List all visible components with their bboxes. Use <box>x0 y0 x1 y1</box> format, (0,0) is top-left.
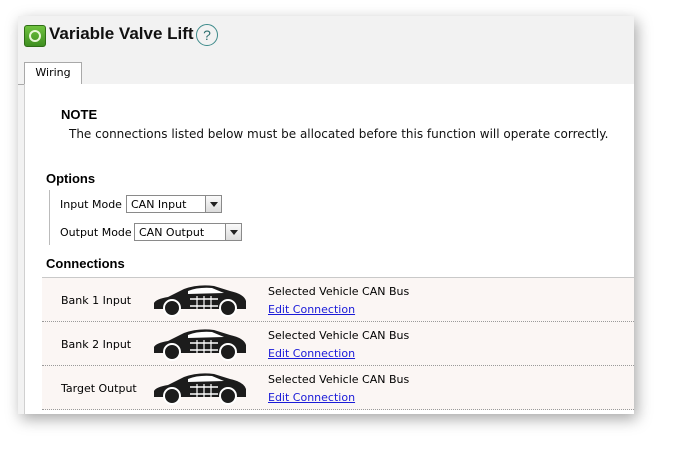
connection-bus: Selected Vehicle CAN Bus <box>268 285 410 298</box>
input-mode-value: CAN Input <box>131 198 187 211</box>
car-can-icon <box>154 329 246 361</box>
page-title: Variable Valve Lift <box>49 24 194 43</box>
connection-label: Target Output <box>61 382 137 395</box>
note-text: The connections listed below must be all… <box>69 127 609 141</box>
input-mode-select[interactable]: CAN Input <box>126 195 222 213</box>
chevron-down-icon[interactable] <box>225 224 241 240</box>
input-mode-label: Input Mode <box>60 198 122 211</box>
table-row: Target Output Selected Vehicle CAN Bus E… <box>42 366 634 410</box>
note-title: NOTE <box>61 107 98 122</box>
options-heading: Options <box>46 171 96 186</box>
function-panel: Variable Valve Lift ? Wiring NOTE The co… <box>18 16 634 414</box>
tab-strip: Wiring <box>18 60 634 85</box>
function-icon <box>24 25 46 47</box>
tab-wiring[interactable]: Wiring <box>24 62 82 85</box>
car-can-icon <box>154 373 246 405</box>
help-icon[interactable]: ? <box>196 24 218 46</box>
connections-heading: Connections <box>46 256 125 271</box>
content-border <box>24 84 25 414</box>
connections-table: Bank 1 Input Selected Vehicle CAN Bus Ed… <box>42 277 634 410</box>
edit-connection-link[interactable]: Edit Connection <box>268 347 355 360</box>
table-row: Bank 1 Input Selected Vehicle CAN Bus Ed… <box>42 278 634 322</box>
connection-label: Bank 1 Input <box>61 294 132 307</box>
output-mode-label: Output Mode <box>60 226 132 239</box>
output-mode-value: CAN Output <box>139 226 205 239</box>
panel-header: Variable Valve Lift ? <box>18 16 634 60</box>
options-bracket <box>49 190 52 245</box>
chevron-down-icon[interactable] <box>205 196 221 212</box>
table-row: Bank 2 Input Selected Vehicle CAN Bus Ed… <box>42 322 634 366</box>
connection-bus: Selected Vehicle CAN Bus <box>268 329 410 342</box>
car-can-icon <box>154 285 246 317</box>
connection-label: Bank 2 Input <box>61 338 132 351</box>
output-mode-select[interactable]: CAN Output <box>134 223 242 241</box>
edit-connection-link[interactable]: Edit Connection <box>268 391 355 404</box>
connection-bus: Selected Vehicle CAN Bus <box>268 373 410 386</box>
edit-connection-link[interactable]: Edit Connection <box>268 303 355 316</box>
wiring-content: NOTE The connections listed below must b… <box>24 84 634 414</box>
